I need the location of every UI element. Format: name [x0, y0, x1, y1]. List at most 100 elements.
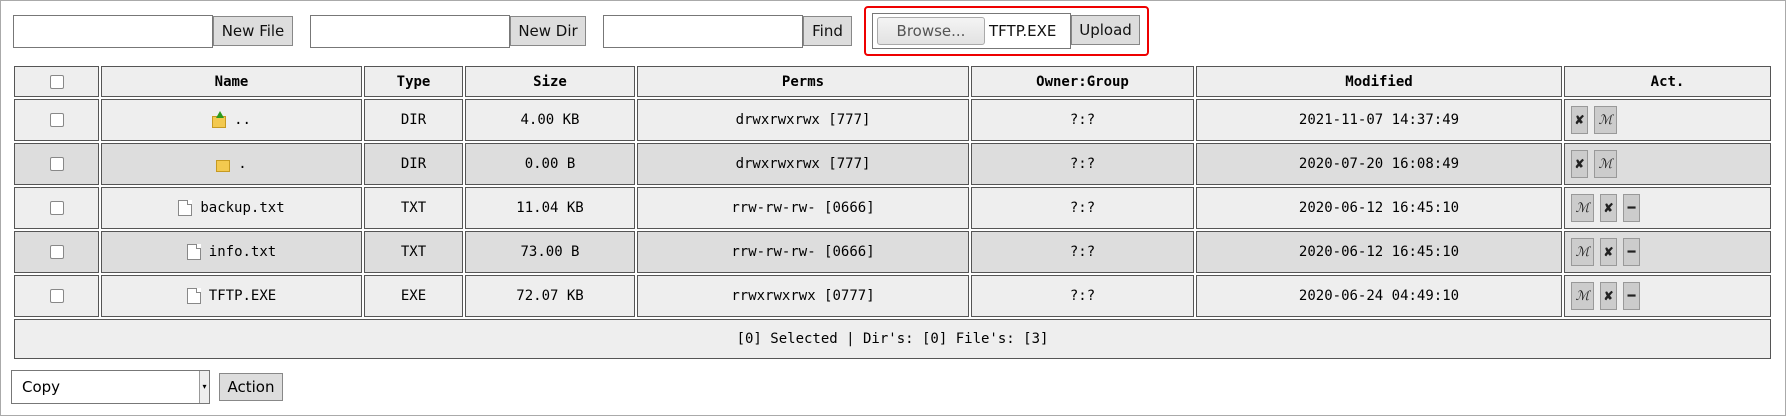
download-button[interactable]: ━ — [1623, 282, 1640, 310]
download-icon: ━ — [1627, 288, 1636, 304]
col-header-owner-group[interactable]: Owner:Group — [971, 66, 1194, 97]
col-header-name[interactable]: Name — [101, 66, 362, 97]
new-dir-input[interactable] — [310, 15, 510, 48]
new-dir-button[interactable]: New Dir — [510, 16, 586, 46]
file-icon — [186, 244, 201, 260]
perms-link[interactable]: rrw-rw-rw- [0666] — [731, 200, 874, 216]
find-input[interactable] — [603, 15, 803, 48]
perms-cell: rrw-rw-rw- [0666] — [637, 187, 969, 229]
browse-button[interactable]: Browse... — [877, 17, 985, 45]
action-select[interactable]: Copy ▾ — [11, 370, 210, 404]
type-cell: TXT — [364, 187, 463, 229]
file-name-link[interactable]: .. — [234, 112, 251, 128]
row-checkbox[interactable] — [49, 245, 64, 259]
perms-cell: rrwxrwxrwx [0777] — [637, 275, 969, 317]
selected-file-name: TFTP.EXE — [989, 22, 1057, 40]
size-cell: 0.00 B — [465, 143, 635, 185]
perms-link[interactable]: rrw-rw-rw- [0666] — [731, 244, 874, 260]
table-row: .. DIR 4.00 KB drwxrwxrwx [777]?:? 2021-11-0… — [14, 99, 1771, 141]
perms-cell: rrw-rw-rw- [0666] — [637, 231, 969, 273]
file-name-link[interactable]: backup.txt — [200, 200, 284, 216]
file-icon — [178, 200, 193, 216]
move-button[interactable]: ℳ — [1571, 194, 1594, 222]
move-icon: ℳ — [1575, 244, 1590, 260]
delete-button[interactable]: ✘ — [1600, 238, 1617, 266]
move-icon: ℳ — [1575, 200, 1590, 216]
name-cell[interactable]: TFTP.EXE — [101, 275, 362, 317]
delete-button[interactable]: ✘ — [1600, 282, 1617, 310]
perms-link[interactable]: rrwxrwxrwx [0777] — [731, 288, 874, 304]
download-button[interactable]: ━ — [1623, 194, 1640, 222]
type-cell: DIR — [364, 99, 463, 141]
size-cell: 4.00 KB — [465, 99, 635, 141]
row-checkbox[interactable] — [49, 289, 64, 303]
download-button[interactable]: ━ — [1623, 238, 1640, 266]
move-icon: ℳ — [1598, 156, 1613, 172]
folder-icon — [216, 160, 231, 172]
new-file-input[interactable] — [13, 15, 213, 48]
name-cell[interactable]: info.txt — [101, 231, 362, 273]
find-button[interactable]: Find — [803, 16, 852, 46]
col-header-type[interactable]: Type — [364, 66, 463, 97]
delete-button[interactable]: ✘ — [1571, 150, 1588, 178]
perms-link[interactable]: drwxrwxrwx [777] — [736, 112, 871, 128]
perms-link[interactable]: drwxrwxrwx [777] — [736, 156, 871, 172]
download-icon: ━ — [1627, 200, 1636, 216]
move-button[interactable]: ℳ — [1571, 238, 1594, 266]
delete-button[interactable]: ✘ — [1600, 194, 1617, 222]
perms-cell: drwxrwxrwx [777] — [637, 99, 969, 141]
size-cell: 73.00 B — [465, 231, 635, 273]
file-icon — [186, 288, 201, 304]
name-cell[interactable]: .. — [101, 99, 362, 141]
select-arrow-icon[interactable]: ▾ — [199, 371, 209, 403]
move-icon: ℳ — [1598, 112, 1613, 128]
file-table: Name Type Size Perms Owner:Group Modifie… — [12, 64, 1773, 361]
move-icon: ℳ — [1575, 288, 1590, 304]
modified-cell: 2020-06-12 16:45:10 — [1196, 231, 1562, 273]
table-row: TFTP.EXE EXE 72.07 KB rrwxrwxrwx [0777]?:? 2… — [14, 275, 1771, 317]
action-select-value: Copy — [22, 378, 61, 396]
modified-cell: 2021-11-07 14:37:49 — [1196, 99, 1562, 141]
select-all-checkbox[interactable] — [49, 74, 64, 89]
owner-group-cell: ?:? — [971, 187, 1194, 229]
action-button[interactable]: Action — [219, 373, 283, 401]
delete-icon: ✘ — [1574, 113, 1585, 127]
delete-button[interactable]: ✘ — [1571, 106, 1588, 134]
row-select-cell — [14, 143, 99, 185]
type-cell: TXT — [364, 231, 463, 273]
owner-group-cell: ?:? — [971, 231, 1194, 273]
col-header-modified[interactable]: Modified — [1196, 66, 1562, 97]
move-button[interactable]: ℳ — [1594, 106, 1617, 134]
table-row: . DIR 0.00 B drwxrwxrwx [777]?:? 2020-07-20 … — [14, 143, 1771, 185]
size-cell: 72.07 KB — [465, 275, 635, 317]
col-header-perms[interactable]: Perms — [637, 66, 969, 97]
type-cell: EXE — [364, 275, 463, 317]
delete-icon: ✘ — [1603, 201, 1614, 215]
name-cell[interactable]: . — [101, 143, 362, 185]
table-header-row: Name Type Size Perms Owner:Group Modifie… — [14, 66, 1771, 97]
name-cell[interactable]: backup.txt — [101, 187, 362, 229]
row-select-cell — [14, 275, 99, 317]
file-chooser[interactable]: Browse... TFTP.EXE — [872, 13, 1071, 49]
col-header-size[interactable]: Size — [465, 66, 635, 97]
actions-cell: ✘ ℳ — [1564, 143, 1771, 185]
upload-button[interactable]: Upload — [1071, 15, 1140, 45]
col-header-actions: Act. — [1564, 66, 1771, 97]
row-checkbox[interactable] — [49, 157, 64, 171]
download-icon: ━ — [1627, 244, 1636, 260]
delete-icon: ✘ — [1574, 157, 1585, 171]
modified-cell: 2020-06-12 16:45:10 — [1196, 187, 1562, 229]
move-button[interactable]: ℳ — [1571, 282, 1594, 310]
owner-group-cell: ?:? — [971, 99, 1194, 141]
modified-cell: 2020-07-20 16:08:49 — [1196, 143, 1562, 185]
type-cell: DIR — [364, 143, 463, 185]
new-file-button[interactable]: New File — [213, 16, 293, 46]
row-checkbox[interactable] — [49, 113, 64, 127]
file-name-link[interactable]: TFTP.EXE — [209, 288, 276, 304]
row-checkbox[interactable] — [49, 201, 64, 215]
delete-icon: ✘ — [1603, 245, 1614, 259]
file-name-link[interactable]: . — [238, 156, 246, 172]
move-button[interactable]: ℳ — [1594, 150, 1617, 178]
table-row: info.txt TXT 73.00 B rrw-rw-rw- [0666]?:? 20… — [14, 231, 1771, 273]
file-name-link[interactable]: info.txt — [209, 244, 276, 260]
